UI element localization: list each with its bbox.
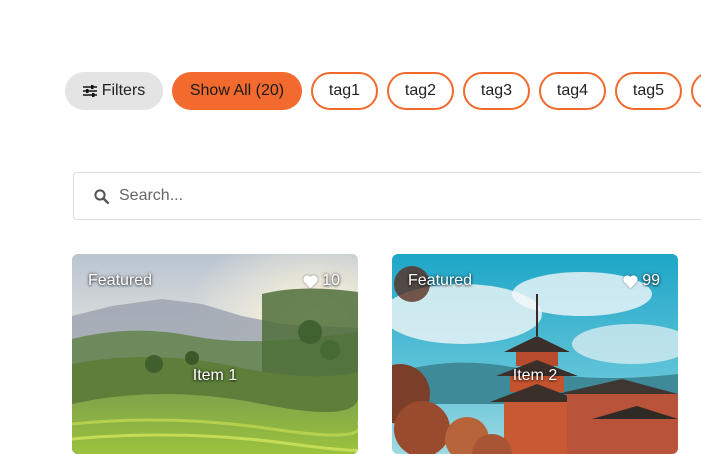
item-card[interactable]: Featured 10 Item 1 — [72, 254, 358, 454]
heart-icon — [303, 274, 318, 288]
show-all-button[interactable]: Show All (20) — [172, 72, 302, 110]
tag-chip-1[interactable]: tag1 — [311, 72, 378, 110]
tag-chip-overflow[interactable] — [691, 72, 701, 110]
heart-icon — [623, 274, 638, 288]
like-count[interactable]: 99 — [622, 272, 660, 290]
sliders-icon — [82, 85, 97, 97]
filter-bar: Filters Show All (20) tag1 tag2 tag3 tag… — [65, 72, 701, 110]
tag-chip-2[interactable]: tag2 — [387, 72, 454, 110]
like-count-value: 99 — [642, 272, 660, 289]
filters-label: Filters — [101, 82, 146, 99]
card-title: Item 2 — [512, 367, 558, 384]
card-title: Item 1 — [192, 367, 238, 384]
search-input[interactable] — [117, 186, 621, 206]
search-box[interactable] — [73, 172, 701, 220]
tag-chip-5[interactable]: tag5 — [615, 72, 682, 110]
search-icon — [94, 188, 109, 204]
item-card[interactable]: Featured 99 Item 2 — [392, 254, 678, 454]
filters-button[interactable]: Filters — [65, 72, 163, 110]
tag-chip-4[interactable]: tag4 — [539, 72, 606, 110]
like-count[interactable]: 10 — [302, 272, 340, 290]
featured-badge: Featured — [408, 272, 473, 289]
featured-badge: Featured — [88, 272, 153, 289]
like-count-value: 10 — [322, 272, 340, 289]
tag-chip-3[interactable]: tag3 — [463, 72, 530, 110]
